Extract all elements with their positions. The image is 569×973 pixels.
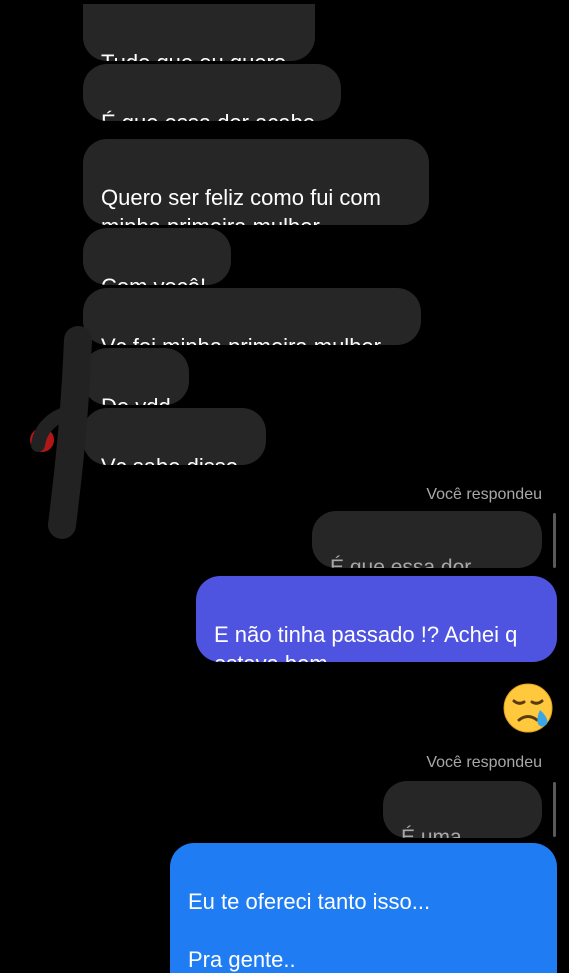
incoming-message[interactable]: Com você! xyxy=(83,228,231,285)
message-text: Vc foi minha primeira mulher xyxy=(101,334,381,345)
reply-bar xyxy=(553,782,556,837)
incoming-message[interactable]: Vc foi minha primeira mulher xyxy=(83,288,421,345)
quote-text: É que essa dor acabe xyxy=(330,556,472,568)
message-text: De vdd xyxy=(101,394,171,405)
incoming-message[interactable]: É que essa dor acabe xyxy=(83,64,341,121)
outgoing-message[interactable]: E não tinha passado !? Achei q estava be… xyxy=(196,576,557,662)
message-text: E não tinha passado !? Achei q estava be… xyxy=(214,622,518,662)
replied-quote[interactable]: É uma família xyxy=(383,781,542,838)
message-text: Com você! xyxy=(101,274,206,285)
avatar-scribble xyxy=(30,326,92,539)
quote-text: É uma família xyxy=(401,826,462,838)
message-text: É que essa dor acabe xyxy=(101,110,315,121)
message-text: Quero ser feliz como fui com minha prime… xyxy=(101,185,381,225)
reply-label: Você respondeu xyxy=(426,486,542,503)
outgoing-message[interactable]: Eu te ofereci tanto isso... Pra gente.. xyxy=(170,843,557,973)
incoming-message[interactable]: Vc sabe disso xyxy=(83,408,266,465)
message-text: Tudo que eu quero xyxy=(101,50,286,61)
replied-quote[interactable]: É que essa dor acabe xyxy=(312,511,542,568)
reply-bar xyxy=(553,513,556,568)
reply-label: Você respondeu xyxy=(426,754,542,771)
incoming-message[interactable]: Tudo que eu quero xyxy=(83,4,315,61)
message-text: Vc sabe disso xyxy=(101,454,238,465)
crying-face-emoji xyxy=(503,683,553,733)
incoming-message[interactable]: Quero ser feliz como fui com minha prime… xyxy=(83,139,429,225)
